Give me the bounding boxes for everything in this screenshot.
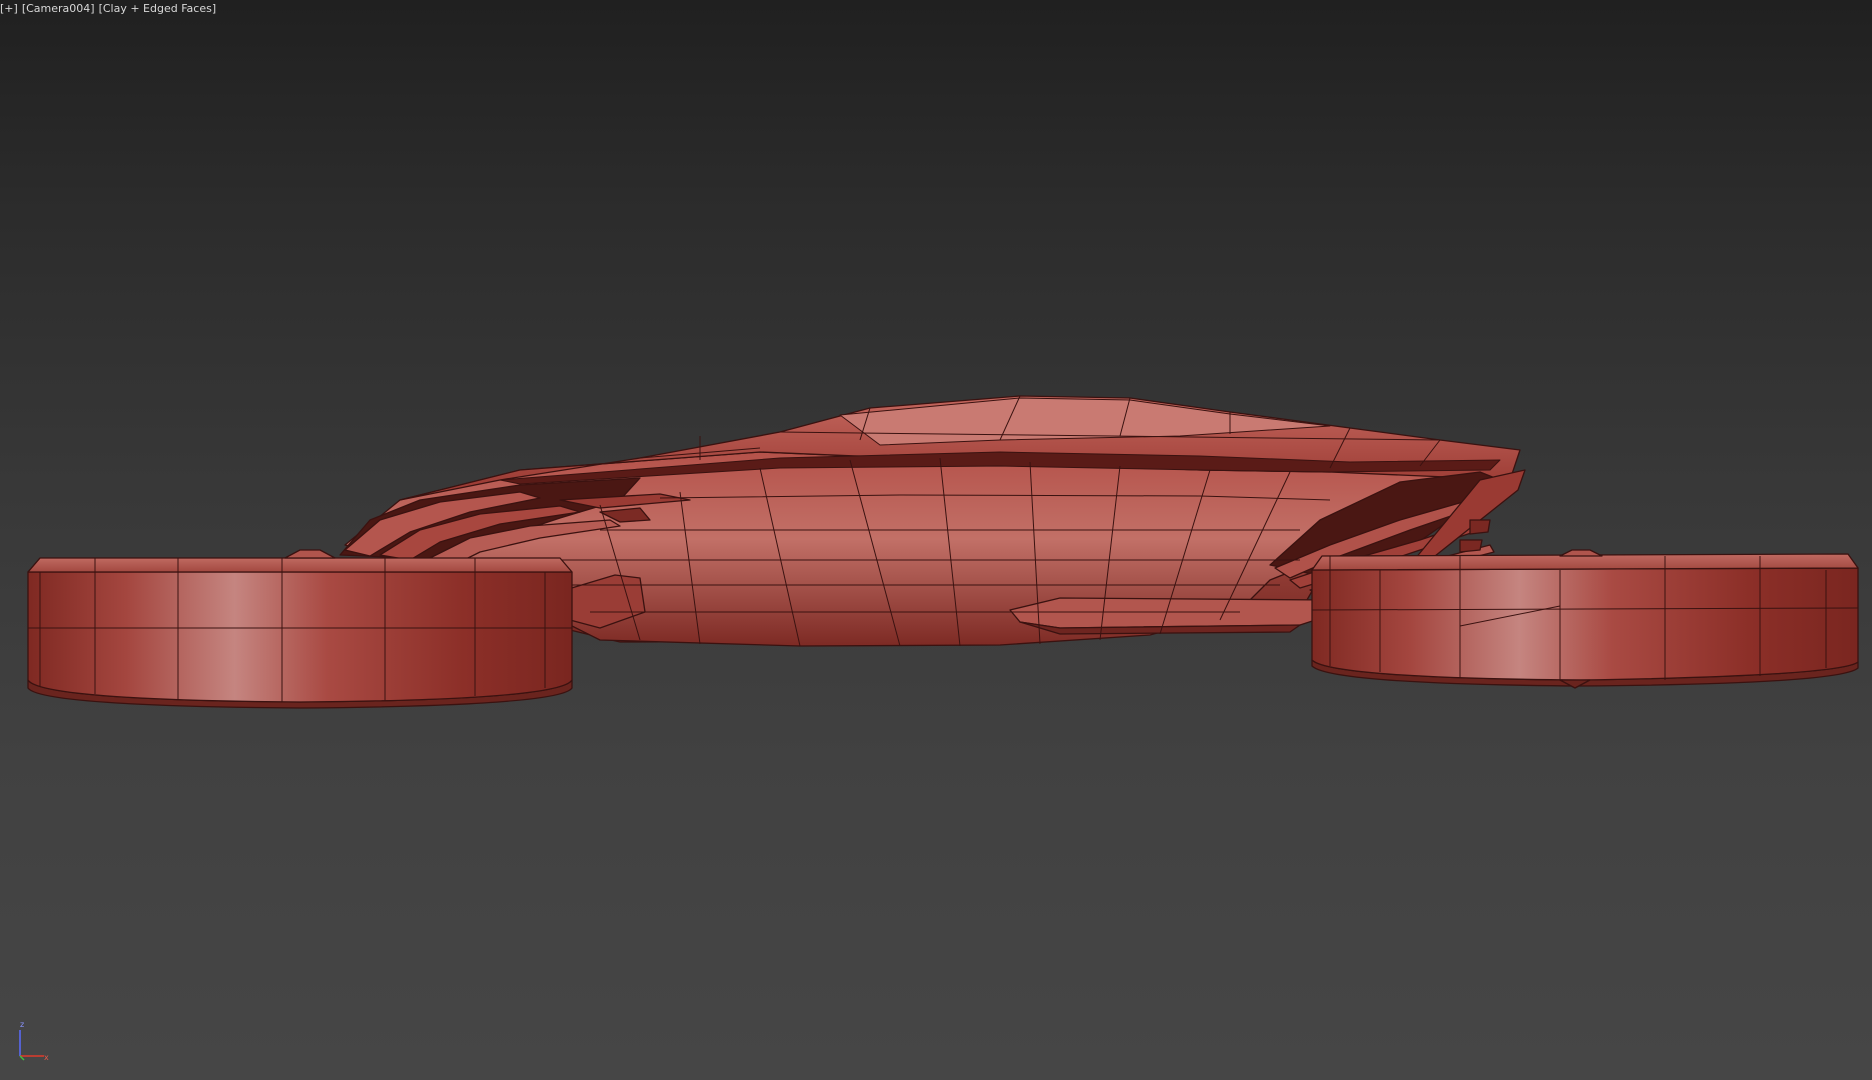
left-rotor-pod (27, 549, 573, 709)
axis-x-label: x (44, 1053, 49, 1062)
axis-z-label: z (20, 1020, 24, 1029)
axis-tripod: z x (14, 1020, 54, 1062)
right-rotor-pod (1311, 549, 1859, 689)
vehicle-model[interactable] (0, 0, 1872, 1080)
3d-viewport[interactable]: [+] [Camera004] [Clay + Edged Faces] z x (0, 0, 1872, 1080)
